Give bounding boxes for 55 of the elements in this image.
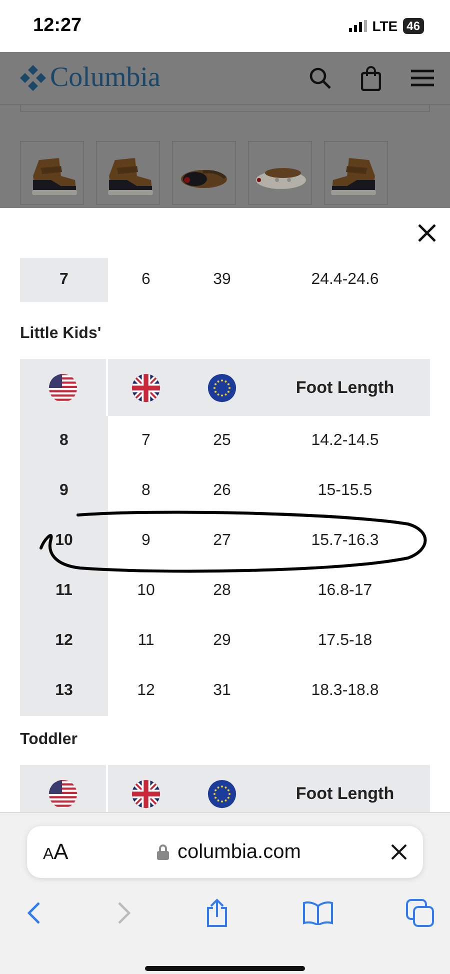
table-cell-text: 12 <box>136 681 156 701</box>
shopping-bag-icon[interactable] <box>361 66 381 90</box>
table-cell-text: 15-15.5 <box>316 481 374 501</box>
table-cell-text: 7 <box>140 431 152 451</box>
battery-level: 46 <box>402 18 424 34</box>
table-cell-text: 14.2-14.5 <box>310 431 380 451</box>
uk-flag-icon <box>131 372 161 402</box>
table-cell-text: 31 <box>212 681 232 701</box>
table-cell-text: 9 <box>140 531 152 551</box>
eu-flag-icon <box>207 372 237 402</box>
uk-flag-icon <box>131 778 161 808</box>
table-cell: 10 <box>20 516 108 566</box>
table-cell-text: 6 <box>140 270 152 290</box>
section-title: Little Kids' <box>20 324 102 344</box>
tabs-icon[interactable] <box>406 899 434 927</box>
address-bar[interactable]: AA columbia.com <box>27 826 423 878</box>
table-cell: 9 <box>20 466 108 516</box>
menu-icon[interactable] <box>411 69 434 87</box>
clock: 12:27 <box>33 15 82 37</box>
table-cell-text: 25 <box>212 431 232 451</box>
table-cell-text: 15.7-16.3 <box>310 531 380 551</box>
table-cell-text: 28 <box>212 581 232 601</box>
close-icon[interactable] <box>417 223 437 243</box>
logo-icon <box>19 64 47 92</box>
table-cell-text: 8 <box>140 481 152 501</box>
table-cell: 8 <box>20 416 108 466</box>
table-cell-text: 29 <box>212 631 232 651</box>
table-cell-text: 24.4-24.6 <box>310 270 380 290</box>
signal-icon <box>349 20 368 32</box>
header-cell: Foot Length <box>260 359 430 416</box>
section-title: Toddler <box>20 730 78 750</box>
lock-icon <box>157 844 170 860</box>
table-cell-text: 39 <box>212 270 232 290</box>
network-type: LTE <box>372 18 398 34</box>
text-size-button[interactable]: AA <box>43 839 68 865</box>
table-cell: 7 <box>20 258 108 302</box>
search-icon[interactable] <box>309 67 331 89</box>
table-cell-text: 26 <box>212 481 232 501</box>
us-flag-icon <box>48 778 78 808</box>
close-icon[interactable] <box>390 843 408 861</box>
table-cell-text: 18.3-18.8 <box>310 681 380 701</box>
table-cell-text: 27 <box>212 531 232 551</box>
table-cell-text: 11 <box>136 631 156 651</box>
back-icon[interactable] <box>26 901 42 925</box>
share-icon[interactable] <box>205 898 229 928</box>
table-cell: 12 <box>20 616 108 666</box>
eu-flag-icon <box>207 778 237 808</box>
table-cell-text: 16.8-17 <box>316 581 374 601</box>
table-cell-text: 10 <box>136 581 156 601</box>
bookmarks-icon[interactable] <box>302 901 332 925</box>
table-cell-text: 17.5-18 <box>316 631 374 651</box>
url-text[interactable]: columbia.com <box>177 840 301 864</box>
table-cell: 11 <box>20 566 108 616</box>
us-flag-icon <box>48 372 78 402</box>
table-cell: 13 <box>20 666 108 716</box>
